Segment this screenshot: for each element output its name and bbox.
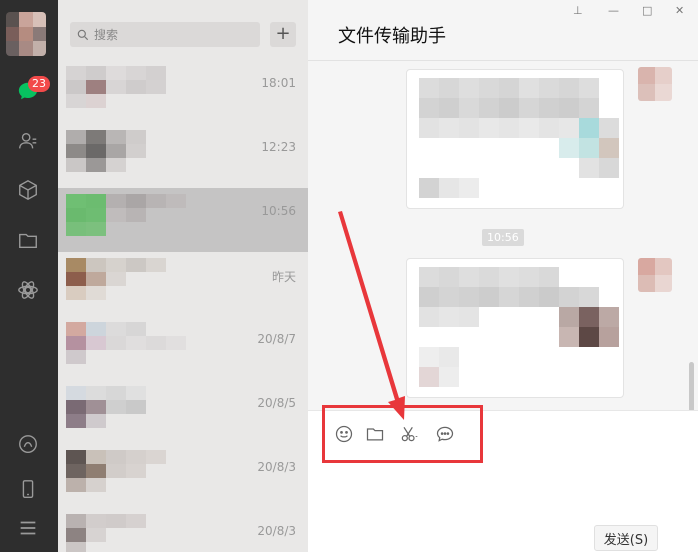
chat-window: ⊥ — □ ✕ 文件传输助手 10:56 发送(S)	[308, 0, 698, 552]
avatar	[66, 386, 206, 428]
conversation-time: 12:23	[261, 140, 296, 154]
conversation-item[interactable]: 昨天	[58, 252, 308, 316]
files-icon[interactable]	[15, 227, 41, 253]
phone-icon[interactable]	[15, 476, 41, 502]
scrollbar[interactable]	[689, 362, 694, 412]
maximize-button[interactable]: □	[642, 4, 652, 17]
conversation-item[interactable]: 20/8/7	[58, 316, 308, 380]
avatar	[66, 66, 206, 108]
highlight-box	[322, 405, 483, 463]
close-button[interactable]: ✕	[675, 4, 684, 17]
search-input[interactable]	[94, 27, 244, 42]
unread-badge: 23	[28, 76, 50, 92]
conversation-time: 20/8/3	[257, 460, 296, 474]
avatar[interactable]	[6, 12, 46, 56]
message-avatar[interactable]	[638, 67, 672, 101]
avatar	[66, 258, 206, 300]
search-box[interactable]	[70, 22, 260, 47]
file-message-bubble[interactable]	[406, 69, 624, 209]
conversation-time: 20/8/7	[257, 332, 296, 346]
conversation-list: + 18:01 12:23 10:56 昨天	[58, 0, 308, 552]
chat-title: 文件传输助手	[338, 26, 446, 47]
conversation-item[interactable]: 20/8/3	[58, 444, 308, 508]
message-avatar[interactable]	[638, 258, 672, 292]
conversation-time: 20/8/3	[257, 524, 296, 538]
conversation-item[interactable]: 12:23	[58, 124, 308, 188]
favorites-icon[interactable]	[15, 177, 41, 203]
conversation-item[interactable]: 20/8/3	[58, 508, 308, 552]
moments-icon[interactable]	[15, 431, 41, 457]
minimize-button[interactable]: —	[608, 4, 619, 17]
mini-programs-icon[interactable]	[15, 277, 41, 303]
menu-icon[interactable]	[15, 515, 41, 541]
conversation-time: 18:01	[261, 76, 296, 90]
divider	[308, 60, 698, 61]
contacts-icon[interactable]	[15, 128, 41, 154]
avatar	[66, 130, 206, 172]
message-content	[419, 78, 623, 198]
avatar	[66, 194, 206, 236]
avatar	[66, 322, 206, 364]
conversation-item[interactable]: 18:01	[58, 60, 308, 124]
message-content	[419, 267, 623, 387]
message-timestamp: 10:56	[482, 229, 524, 246]
sidebar: 23	[0, 0, 58, 552]
conversation-item[interactable]: 20/8/5	[58, 380, 308, 444]
conversation-time: 20/8/5	[257, 396, 296, 410]
search-icon	[77, 29, 89, 40]
file-message-bubble[interactable]	[406, 258, 624, 398]
conversation-time: 10:56	[261, 204, 296, 218]
avatar	[66, 514, 206, 552]
pin-button[interactable]: ⊥	[573, 4, 583, 17]
send-button[interactable]: 发送(S)	[594, 525, 658, 551]
add-button[interactable]: +	[270, 22, 296, 47]
avatar	[66, 450, 206, 492]
conversation-time: 昨天	[271, 270, 296, 284]
conversation-item-active[interactable]: 10:56	[58, 188, 308, 252]
